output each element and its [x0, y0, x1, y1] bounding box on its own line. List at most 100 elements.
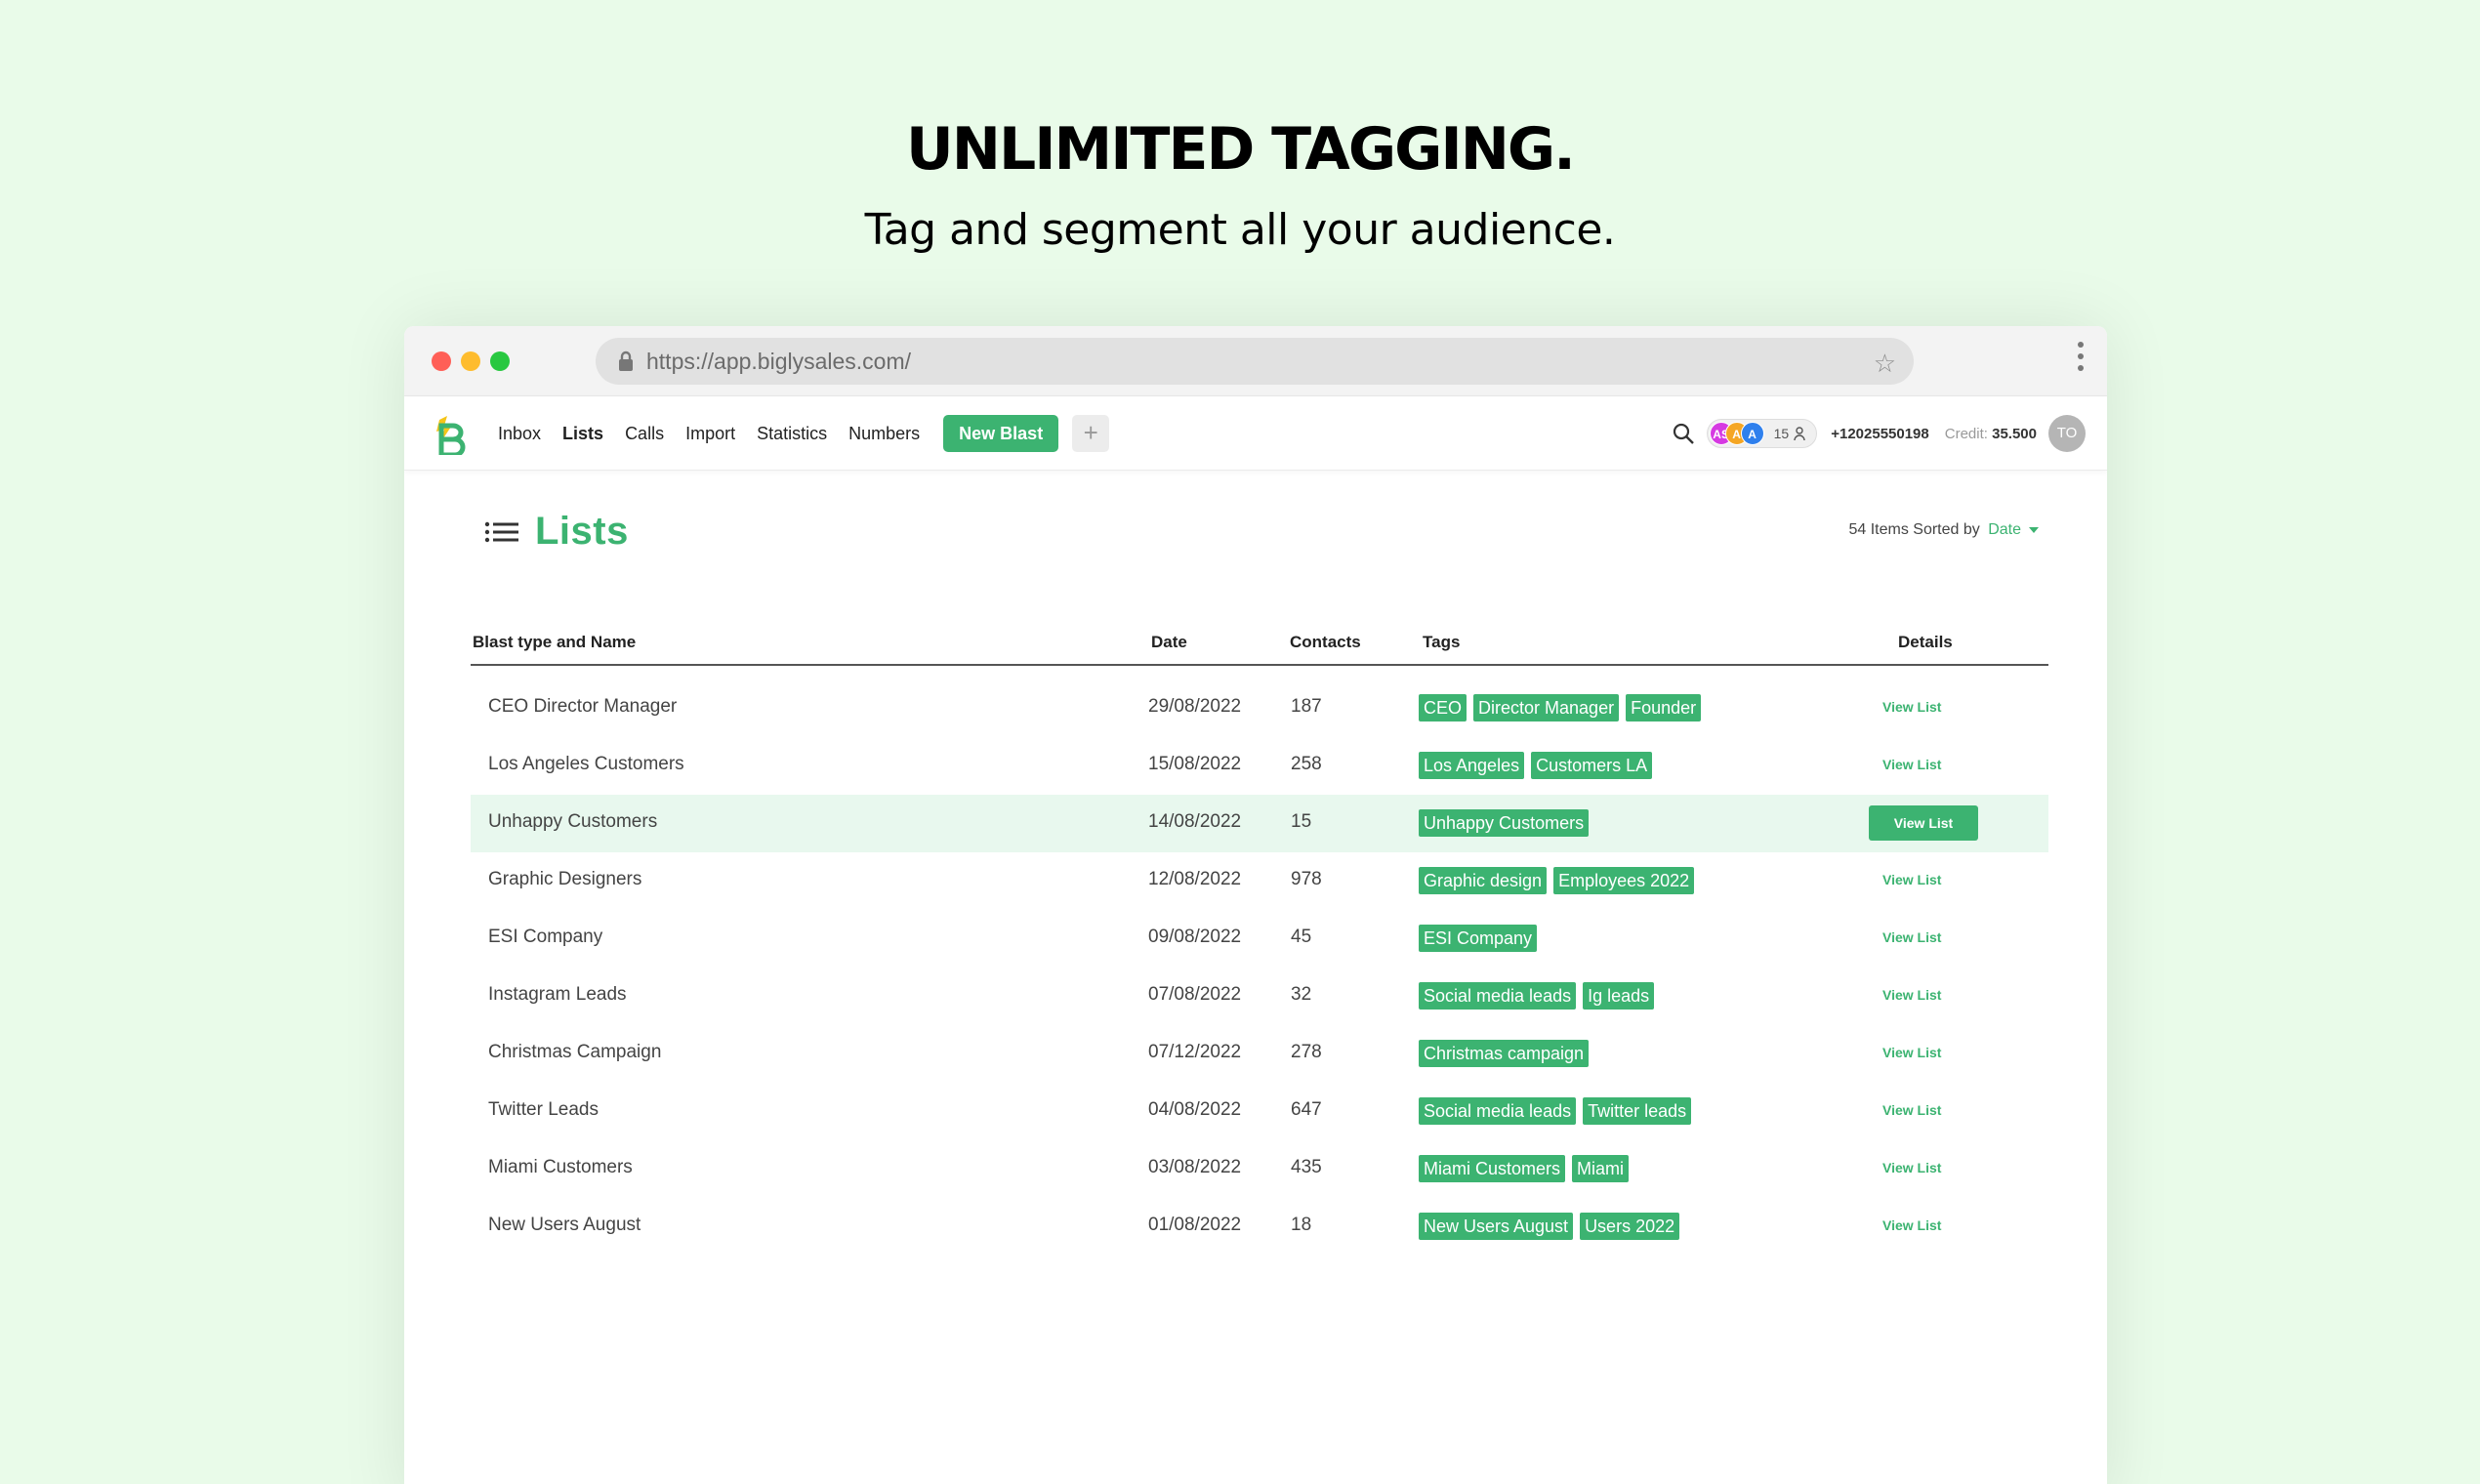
tag-list: Unhappy Customers: [1419, 809, 1595, 837]
list-date: 04/08/2022: [1148, 1099, 1242, 1120]
tag-list: Social media leads Twitter leads: [1419, 1097, 1698, 1125]
credit-value: 35.500: [1992, 425, 2037, 442]
tag-badge[interactable]: Miami Customers: [1419, 1155, 1566, 1182]
view-list-link[interactable]: View List: [1882, 1160, 1941, 1175]
view-list-link[interactable]: View List: [1882, 872, 1941, 887]
tag-badge[interactable]: Social media leads: [1419, 982, 1577, 1010]
col-contacts[interactable]: Contacts: [1290, 633, 1361, 652]
minimize-window-button[interactable]: [461, 351, 480, 371]
view-list-link[interactable]: View List: [1882, 1217, 1941, 1233]
tag-badge[interactable]: Customers LA: [1531, 752, 1653, 779]
list-name[interactable]: Graphic Designers: [488, 869, 641, 890]
tag-badge[interactable]: CEO: [1419, 694, 1467, 721]
new-blast-button[interactable]: New Blast: [943, 415, 1059, 452]
items-count: 54 Items: [1848, 521, 1909, 538]
table-row[interactable]: Miami Customers 03/08/2022 435 Miami Cus…: [471, 1140, 2048, 1198]
table-row[interactable]: Christmas Campaign 07/12/2022 278 Christ…: [471, 1025, 2048, 1083]
sorted-label: Sorted by: [1913, 521, 1980, 538]
search-icon[interactable]: [1672, 422, 1695, 445]
list-name[interactable]: ESI Company: [488, 927, 602, 948]
list-contacts: 45: [1291, 927, 1312, 947]
view-list-button[interactable]: View List: [1869, 805, 1978, 841]
add-button[interactable]: +: [1072, 415, 1110, 452]
tag-badge[interactable]: Twitter leads: [1583, 1097, 1692, 1125]
avatar: A: [1740, 422, 1764, 445]
list-date: 07/08/2022: [1148, 984, 1242, 1005]
list-date: 03/08/2022: [1148, 1157, 1242, 1177]
phone-number[interactable]: +12025550198: [1831, 426, 1929, 442]
list-name[interactable]: Unhappy Customers: [488, 811, 657, 833]
view-list-link[interactable]: View List: [1882, 987, 1941, 1003]
nav-calls[interactable]: Calls: [625, 424, 664, 444]
tag-list: ESI Company: [1419, 925, 1544, 952]
nav-import[interactable]: Import: [685, 424, 735, 444]
list-name[interactable]: Miami Customers: [488, 1157, 633, 1178]
list-date: 09/08/2022: [1148, 927, 1242, 947]
credit-display: Credit: 35.500: [1945, 426, 2037, 442]
list-name[interactable]: Los Angeles Customers: [488, 754, 684, 775]
tag-badge[interactable]: Unhappy Customers: [1419, 809, 1590, 837]
hero: UNLIMITED TAGGING. Tag and segment all y…: [0, 115, 2480, 255]
user-avatar[interactable]: TO: [2048, 415, 2086, 452]
col-tags[interactable]: Tags: [1423, 633, 1460, 652]
tag-list: CEO Director Manager Founder: [1419, 694, 1708, 721]
tag-badge[interactable]: Miami: [1572, 1155, 1630, 1182]
view-list-link[interactable]: View List: [1882, 929, 1941, 945]
star-icon[interactable]: ☆: [1874, 349, 1896, 379]
table-row[interactable]: Twitter Leads 04/08/2022 647 Social medi…: [471, 1083, 2048, 1140]
tag-list: Christmas campaign: [1419, 1040, 1595, 1067]
list-name[interactable]: CEO Director Manager: [488, 696, 677, 718]
close-window-button[interactable]: [432, 351, 451, 371]
tag-badge[interactable]: Social media leads: [1419, 1097, 1577, 1125]
tag-badge[interactable]: Ig leads: [1583, 982, 1655, 1010]
list-name[interactable]: Instagram Leads: [488, 984, 627, 1006]
address-bar[interactable]: https://app.biglysales.com/ ☆: [596, 338, 1914, 385]
page-title: Lists: [535, 510, 629, 553]
tag-badge[interactable]: Director Manager: [1473, 694, 1620, 721]
tag-badge[interactable]: Users 2022: [1580, 1213, 1680, 1240]
team-avatars[interactable]: AS A A 15: [1706, 419, 1818, 448]
table-row[interactable]: New Users August 01/08/2022 18 New Users…: [471, 1198, 2048, 1256]
table-row[interactable]: CEO Director Manager 29/08/2022 187 CEO D…: [471, 680, 2048, 737]
col-date[interactable]: Date: [1151, 633, 1187, 652]
nav-inbox[interactable]: Inbox: [498, 424, 541, 444]
list-contacts: 978: [1291, 869, 1322, 889]
nav-lists[interactable]: Lists: [562, 424, 603, 444]
list-name[interactable]: New Users August: [488, 1215, 641, 1236]
table-row[interactable]: Instagram Leads 07/08/2022 32 Social med…: [471, 968, 2048, 1025]
list-date: 01/08/2022: [1148, 1215, 1242, 1235]
tag-badge[interactable]: Founder: [1626, 694, 1702, 721]
caret-down-icon: [2029, 526, 2039, 533]
page-header: Lists 54 Items Sorted by Date: [471, 471, 2048, 553]
tag-list: New Users August Users 2022: [1419, 1213, 1686, 1240]
list-contacts: 32: [1291, 984, 1312, 1005]
url-text: https://app.biglysales.com/: [646, 348, 912, 374]
sort-value: Date: [1988, 521, 2021, 538]
kebab-icon[interactable]: [2078, 342, 2084, 377]
nav-numbers[interactable]: Numbers: [848, 424, 920, 444]
team-count: 15: [1773, 426, 1790, 441]
tag-badge[interactable]: Employees 2022: [1553, 867, 1695, 894]
sort-dropdown[interactable]: Date: [1988, 521, 2039, 538]
view-list-link[interactable]: View List: [1882, 1045, 1941, 1060]
nav-statistics[interactable]: Statistics: [757, 424, 827, 444]
tag-badge[interactable]: ESI Company: [1419, 925, 1538, 952]
tag-badge[interactable]: Christmas campaign: [1419, 1040, 1590, 1067]
tag-badge[interactable]: Graphic design: [1419, 867, 1548, 894]
list-contacts: 435: [1291, 1157, 1322, 1177]
view-list-link[interactable]: View List: [1882, 757, 1941, 772]
view-list-link[interactable]: View List: [1882, 699, 1941, 715]
table-row[interactable]: Los Angeles Customers 15/08/2022 258 Los…: [471, 737, 2048, 795]
tag-list: Social media leads Ig leads: [1419, 982, 1661, 1010]
col-name[interactable]: Blast type and Name: [473, 633, 636, 652]
list-name[interactable]: Twitter Leads: [488, 1099, 599, 1121]
maximize-window-button[interactable]: [490, 351, 510, 371]
tag-badge[interactable]: New Users August: [1419, 1213, 1574, 1240]
table-row[interactable]: Unhappy Customers 14/08/2022 15 Unhappy …: [471, 795, 2048, 852]
list-contacts: 278: [1291, 1042, 1322, 1062]
tag-badge[interactable]: Los Angeles: [1419, 752, 1525, 779]
table-row[interactable]: ESI Company 09/08/2022 45 ESI Company Vi…: [471, 910, 2048, 968]
list-name[interactable]: Christmas Campaign: [488, 1042, 661, 1063]
view-list-link[interactable]: View List: [1882, 1102, 1941, 1118]
table-row[interactable]: Graphic Designers 12/08/2022 978 Graphic…: [471, 852, 2048, 910]
